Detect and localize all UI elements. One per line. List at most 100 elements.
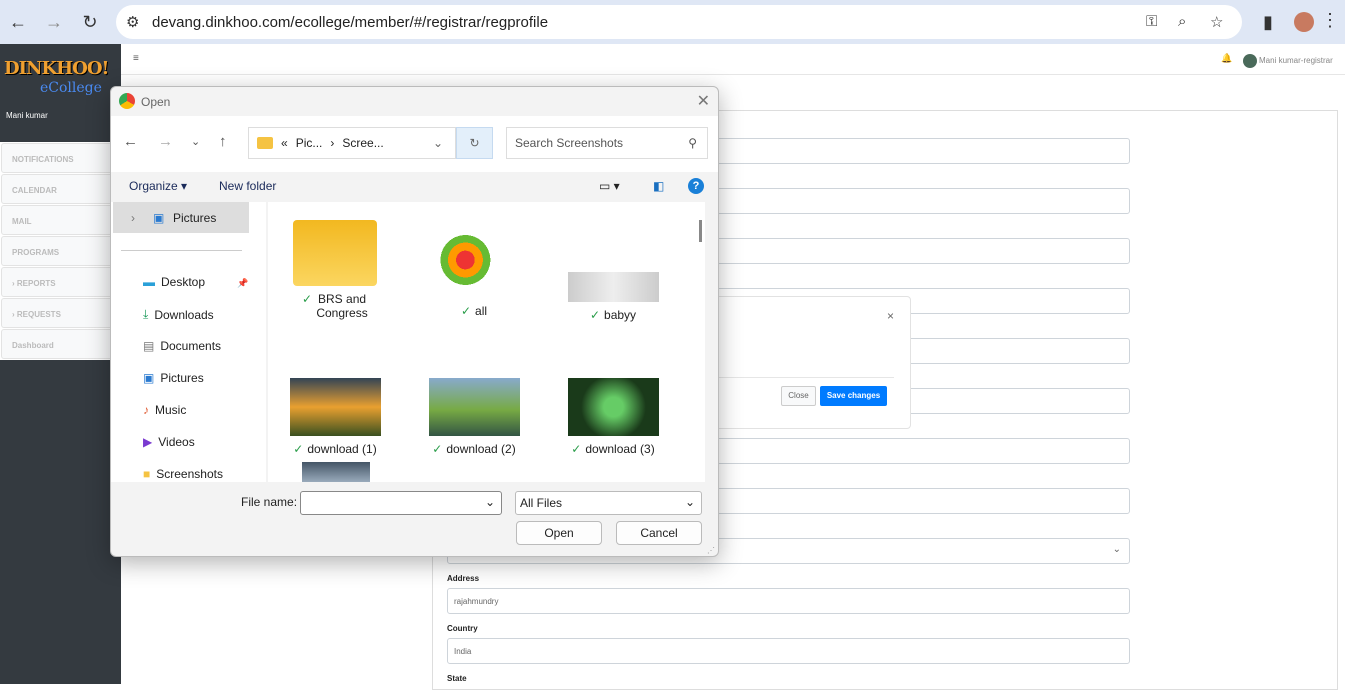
modal-close-icon[interactable]: × [887,309,894,323]
address-bar[interactable]: ⚙ devang.dinkhoo.com/ecollege/member/#/r… [116,5,1242,39]
file-name: download (1) [307,442,377,456]
chevron-down-icon: ⌄ [1112,544,1121,555]
new-folder-button[interactable]: New folder [219,179,276,193]
reload-icon[interactable]: ↻ [72,12,108,33]
download-icon: ⤓ [143,307,149,321]
divider [121,250,242,251]
scrollbar[interactable] [697,202,705,482]
thumbnail [567,378,659,436]
sidebar-item-dashboard[interactable]: Dashboard [1,329,121,359]
country-input[interactable]: India [447,638,1130,664]
sidebar-item-mail[interactable]: MAIL [1,205,121,235]
star-icon[interactable]: ☆ [1210,13,1223,31]
forward-icon[interactable]: → [158,133,173,150]
video-icon: ▶ [143,435,153,449]
file-name: download (3) [585,442,655,456]
help-icon[interactable]: ? [688,178,704,194]
path-segment[interactable]: Scree... [342,136,383,150]
address-input[interactable]: rajahmundry [447,588,1130,614]
up-icon[interactable]: ↑ [219,133,227,150]
chevron-down-icon: ⌄ [484,495,495,509]
pin-icon[interactable]: 📌 [237,278,248,289]
sidebar-item-calendar[interactable]: CALENDAR [1,174,121,204]
file-grid: ✓ BRS and Congress ✓ all ✓ babyy ✓ download … [268,202,705,482]
nav-item-music[interactable]: ♪ Music [143,403,186,417]
site-info-icon[interactable]: ⚙ [126,13,139,31]
refresh-button[interactable]: ↻ [456,127,493,159]
file-item[interactable]: ✓ all [419,230,529,318]
pictures-icon: ▣ [153,211,165,225]
sidebar-item-reports[interactable]: › REPORTS [1,267,121,297]
sidebar-item-notifications[interactable]: NOTIFICATIONS [1,143,121,173]
sidebar-item-requests[interactable]: › REQUESTS [1,298,121,328]
synced-icon: ✓ [460,304,472,318]
hamburger-icon[interactable]: ≡ [133,53,139,64]
open-button[interactable]: Open [516,521,602,545]
preview-pane-icon[interactable]: ◧ [653,179,664,193]
nav-item-documents[interactable]: ▤ Documents [143,339,221,353]
label: Documents [160,339,222,353]
zoom-icon[interactable]: ⌕ [1178,13,1186,30]
label: Downloads [154,307,214,322]
open-file-dialog: Open ✕ ← → ⌄ ↑ « Pic... › Scree... ⌄ ↻ S… [110,86,719,557]
logo-sub: eCollege [40,80,102,96]
sidebar-menu: NOTIFICATIONS CALENDAR MAIL PROGRAMS › R… [0,142,121,360]
label: Pictures [173,211,217,225]
sidebar: DINKHOO! eCollege Mani kumar NOTIFICATIO… [0,44,121,684]
nav-item-screenshots[interactable]: ■ Screenshots [143,467,223,481]
view-icon[interactable]: ▭ ▾ [599,179,620,193]
save-changes-button[interactable]: Save changes [820,386,887,406]
organize-button[interactable]: Organize ▾ [129,179,187,193]
side-panel-icon[interactable]: ▮ [1250,12,1286,33]
path-segment[interactable]: Pic... [296,136,323,150]
sidebar-item-programs[interactable]: PROGRAMS [1,236,121,266]
chevron-down-icon[interactable]: ⌄ [433,136,443,150]
user-avatar[interactable] [1243,54,1257,68]
modal-close-button[interactable]: Close [781,386,816,406]
back-icon[interactable]: ← [0,12,36,33]
dialog-title: Open [141,95,171,109]
path-bar[interactable]: « Pic... › Scree... ⌄ [248,127,456,159]
search-placeholder: Search Screenshots [515,136,624,150]
profile-avatar[interactable] [1294,12,1314,32]
search-input[interactable]: Search Screenshots ⚲ [506,127,708,159]
label: Desktop [161,275,206,289]
close-icon[interactable]: ✕ [697,91,710,111]
nav-item-pictures[interactable]: ▣ Pictures [143,371,204,385]
back-icon[interactable]: ← [123,133,138,150]
file-name-input[interactable]: ⌄ [300,491,502,515]
resize-grip-icon[interactable]: ⋰ [707,546,715,555]
pictures-icon: ▣ [143,371,155,385]
cancel-button[interactable]: Cancel [616,521,702,545]
forward-icon[interactable]: → [36,12,72,33]
file-item[interactable]: ✓ babyy [558,272,668,322]
chrome-icon [119,93,135,109]
header-user[interactable]: Mani kumar-registrar [1259,56,1333,65]
file-item[interactable]: ✓ BRS and Congress [280,220,390,320]
synced-icon: ✓ [301,292,313,306]
file-name: BRS and Congress [316,292,368,320]
nav-item-pictures-selected[interactable]: › ▣ Pictures [113,202,249,233]
nav-item-downloads[interactable]: ⤓ Downloads [143,307,214,322]
file-item[interactable]: ✓ download (2) [419,378,529,456]
expand-icon[interactable]: › [131,211,135,225]
synced-icon: ✓ [589,308,601,322]
file-name: download (2) [446,442,516,456]
recent-chevron-icon[interactable]: ⌄ [191,135,200,148]
state-label: State [447,674,467,683]
label: Videos [158,435,195,449]
synced-icon: ✓ [432,442,443,456]
nav-item-videos[interactable]: ▶ Videos [143,435,195,449]
nav-item-desktop[interactable]: ▬ Desktop [143,275,205,289]
file-name: all [475,304,488,318]
file-item[interactable]: ✓ download (1) [280,378,390,456]
thumbnail [289,378,381,436]
chevron-down-icon: ⌄ [684,495,695,509]
file-type-select[interactable]: All Files ⌄ [515,491,702,515]
file-item[interactable]: ✓ download (3) [558,378,668,456]
key-icon[interactable]: ⚿ [1146,13,1157,30]
top-bar: ≡ 🔔 Mani kumar-registrar [121,44,1345,75]
menu-icon[interactable]: ⋮ [1320,10,1340,31]
dialog-navbar: ← → ⌄ ↑ « Pic... › Scree... ⌄ ↻ Search S… [111,116,718,172]
notification-bell-icon[interactable]: 🔔 [1221,53,1232,64]
